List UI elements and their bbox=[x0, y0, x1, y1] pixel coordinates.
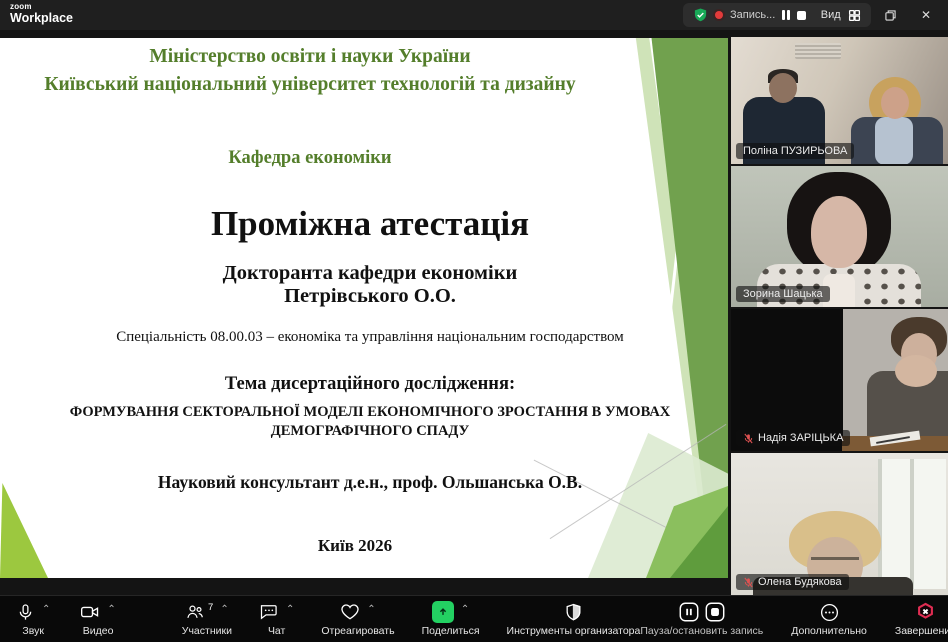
slide-ministry-line: Міністерство освіти і науки України bbox=[0, 46, 620, 68]
slide-specialty-line: Спеціальність 08.00.03 – економіка та уп… bbox=[15, 329, 725, 346]
participant-tile[interactable]: Поліна ПУЗИРЬОВА bbox=[731, 37, 948, 164]
slide-topic-line2: ДЕМОГРАФІЧНОГО СПАДУ bbox=[15, 422, 725, 441]
end-meeting-icon bbox=[915, 602, 936, 623]
minimize-icon[interactable] bbox=[836, 0, 872, 30]
slide-subtitle-line1: Докторанта кафедри економіки bbox=[15, 262, 725, 285]
video-button[interactable]: ⌃ Видео bbox=[80, 602, 115, 637]
participant-video-strip: Поліна ПУЗИРЬОВА Зорина Шацька bbox=[731, 37, 948, 595]
pause-recording-icon[interactable] bbox=[782, 10, 790, 20]
chevron-up-icon[interactable]: ⌃ bbox=[286, 605, 294, 615]
close-icon[interactable]: ✕ bbox=[908, 0, 944, 30]
window-title-bar: zoom Workplace Запись... Вид bbox=[0, 0, 948, 30]
host-tools-button[interactable]: Инструменты организатора bbox=[507, 602, 641, 637]
participant-tile[interactable]: Олена Будякова bbox=[731, 453, 948, 595]
logo-workplace-text: Workplace bbox=[10, 12, 73, 25]
meeting-toolbar: ⌃ Звук ⌃ Видео bbox=[0, 595, 948, 642]
participants-icon bbox=[185, 602, 205, 622]
participant-name-tag: Олена Будякова bbox=[736, 574, 849, 590]
chevron-up-icon[interactable]: ⌃ bbox=[42, 605, 50, 615]
decor-triangle-bottom-left bbox=[0, 483, 48, 578]
pause-stop-record-button[interactable]: Пауза/остановить запись bbox=[640, 602, 763, 637]
shared-presentation-slide: Міністерство освіти і науки України Київ… bbox=[0, 38, 728, 578]
stop-recording-icon[interactable] bbox=[797, 11, 806, 20]
chevron-up-icon[interactable]: ⌃ bbox=[107, 605, 115, 615]
slide-advisor-line: Науковий консультант д.е.н., проф. Ольша… bbox=[15, 472, 725, 493]
audio-button[interactable]: ⌃ Звук bbox=[16, 602, 50, 637]
participants-button[interactable]: 7 ⌃ Участники bbox=[182, 602, 232, 637]
slide-subtitle-line2: Петрівського О.О. bbox=[15, 285, 725, 308]
security-shield-icon[interactable] bbox=[693, 7, 708, 23]
chevron-up-icon[interactable]: ⌃ bbox=[220, 605, 228, 615]
participant-name: Олена Будякова bbox=[758, 576, 842, 588]
slide-department-line: Кафедра економіки bbox=[0, 148, 620, 169]
share-screen-button[interactable]: ⌃ Поделиться bbox=[422, 602, 480, 637]
slide-topic-text: ФОРМУВАННЯ СЕКТОРАЛЬНОЇ МОДЕЛІ ЕКОНОМІЧН… bbox=[15, 403, 725, 441]
heart-icon bbox=[340, 602, 360, 622]
react-button[interactable]: ⌃ Отреагировать bbox=[321, 602, 394, 637]
participant-name-tag: Поліна ПУЗИРЬОВА bbox=[736, 143, 854, 159]
slide-university-line: Київський національний університет техно… bbox=[0, 74, 620, 96]
host-tools-shield-icon bbox=[564, 603, 583, 622]
participant-name-tag: Зорина Шацька bbox=[736, 286, 830, 302]
participant-video bbox=[878, 459, 946, 589]
more-ellipsis-icon bbox=[819, 602, 840, 623]
more-button[interactable]: Дополнительно bbox=[791, 602, 867, 637]
chevron-up-icon[interactable]: ⌃ bbox=[367, 605, 375, 615]
slide-city-year: Київ 2026 bbox=[5, 536, 705, 556]
slide-topic-line1: ФОРМУВАННЯ СЕКТОРАЛЬНОЇ МОДЕЛІ ЕКОНОМІЧН… bbox=[15, 403, 725, 422]
zoom-workplace-logo: zoom Workplace bbox=[10, 3, 73, 25]
stop-record-icon[interactable] bbox=[704, 601, 726, 623]
logo-zoom-text: zoom bbox=[10, 3, 73, 11]
chevron-up-icon[interactable]: ⌃ bbox=[461, 605, 469, 615]
muted-mic-icon bbox=[743, 433, 754, 444]
participant-video bbox=[795, 43, 841, 59]
slide-subtitle: Докторанта кафедри економіки Петрівськог… bbox=[15, 262, 725, 308]
participants-count-badge: 7 bbox=[208, 602, 213, 613]
chat-button[interactable]: ⌃ Чат bbox=[259, 602, 294, 637]
recording-label: Запись... bbox=[730, 9, 775, 21]
maximize-icon[interactable] bbox=[872, 0, 908, 30]
slide-topic-label: Тема дисертаційного дослідження: bbox=[15, 374, 725, 395]
participant-tile[interactable]: Зорина Шацька bbox=[731, 166, 948, 307]
microphone-icon bbox=[16, 603, 35, 622]
participant-name-tag: Надія ЗАРІЦЬКА bbox=[736, 430, 850, 446]
pause-record-icon[interactable] bbox=[678, 601, 700, 623]
chat-icon bbox=[259, 602, 279, 622]
window-controls: ✕ bbox=[836, 0, 944, 30]
muted-mic-icon bbox=[743, 577, 754, 588]
end-meeting-button[interactable]: Завершение bbox=[895, 602, 948, 637]
record-dot-icon bbox=[715, 11, 723, 19]
participant-name: Зорина Шацька bbox=[743, 288, 823, 300]
participant-name: Поліна ПУЗИРЬОВА bbox=[743, 145, 847, 157]
participant-tile[interactable]: Надія ЗАРІЦЬКА bbox=[731, 309, 948, 451]
slide-title: Проміжна атестація bbox=[15, 204, 725, 244]
zoom-meeting-window: zoom Workplace Запись... Вид bbox=[0, 0, 948, 642]
participant-name: Надія ЗАРІЦЬКА bbox=[758, 432, 843, 444]
camera-icon bbox=[80, 602, 100, 622]
share-screen-icon bbox=[432, 601, 454, 623]
